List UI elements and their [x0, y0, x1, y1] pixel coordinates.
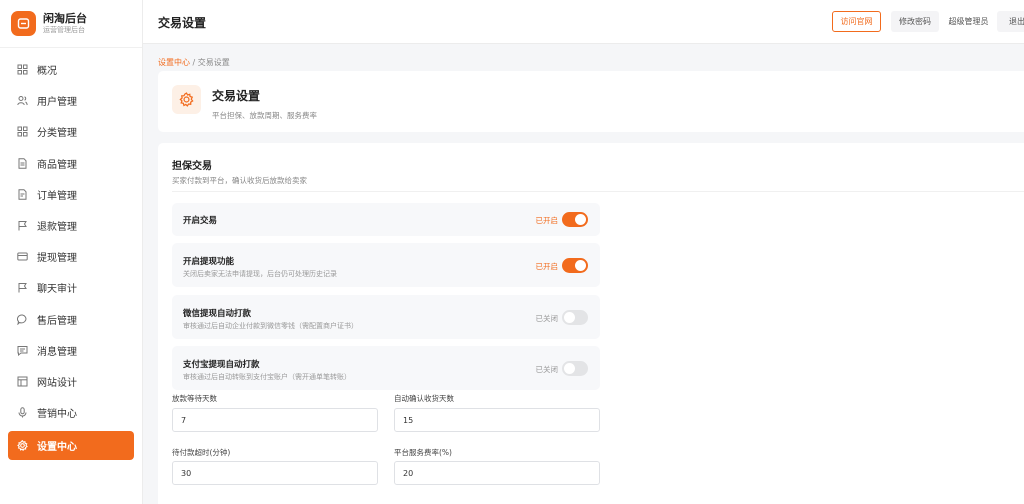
- sidebar-item-label: 用户管理: [37, 97, 77, 109]
- service-fee-rate-input[interactable]: 20: [394, 461, 600, 485]
- toggle-label: 支付宝提现自动打款: [183, 360, 260, 370]
- breadcrumb-separator: /: [190, 58, 198, 67]
- enable-withdrawal-switch[interactable]: [562, 258, 588, 273]
- brand-title: 闲淘后台: [43, 12, 87, 25]
- card-icon: [17, 251, 28, 262]
- chat-icon: [17, 313, 28, 325]
- sidebar-item-label: 提现管理: [37, 253, 77, 265]
- sidebar-item-label: 概况: [37, 66, 57, 77]
- breadcrumb-parent-link[interactable]: 设置中心: [158, 58, 190, 67]
- sidebar-item-refunds[interactable]: 退款管理: [8, 213, 134, 238]
- sidebar-item-label: 售后管理: [37, 315, 77, 327]
- sidebar-item-label: 分类管理: [37, 128, 77, 140]
- toggle-label: 开启交易: [183, 216, 218, 226]
- grid-icon: [17, 64, 28, 75]
- user-name: 超级管理员: [948, 17, 989, 26]
- logout-button[interactable]: 退出: [997, 11, 1024, 32]
- section-divider: [172, 191, 1024, 192]
- sidebar-item-label: 商品管理: [37, 159, 77, 171]
- sidebar-item-orders[interactable]: 订单管理: [8, 182, 134, 207]
- alipay-auto-pay-switch[interactable]: [562, 361, 588, 376]
- escrow-settings-card: 担保交易 买家付款到平台，确认收货后放款给卖家 开启交易 已开启 开启提现功能 …: [158, 143, 1024, 504]
- page-title: 交易设置: [158, 16, 207, 30]
- toggle-row-wechat-auto-pay: 微信提现自动打款 审核通过后自动企业付款到微信零钱（需配置商户证书） 已关闭: [172, 295, 600, 339]
- toggle-status: 已关闭: [535, 365, 559, 374]
- toggle-label: 微信提现自动打款: [183, 309, 252, 319]
- sidebar-item-products[interactable]: 商品管理: [8, 151, 134, 176]
- section-subtitle: 买家付款到平台，确认收货后放款给卖家: [172, 176, 307, 185]
- document-icon: [17, 157, 28, 169]
- breadcrumb-current: 交易设置: [197, 58, 230, 67]
- service-fee-rate-label: 平台服务费率(%): [394, 448, 452, 457]
- toggle-row-enable-withdrawal: 开启提现功能 关闭后卖家无法申请提现，后台仍可处理历史记录 已开启: [172, 243, 600, 287]
- toggle-description: 审核通过后自动企业付款到微信零钱（需配置商户证书）: [183, 322, 358, 330]
- users-icon: [17, 95, 28, 106]
- header-title: 交易设置: [212, 89, 261, 103]
- sidebar-item-withdrawals[interactable]: 提现管理: [8, 244, 134, 269]
- sidebar-item-chat-audit[interactable]: 聊天审计: [8, 275, 134, 300]
- sidebar-item-label: 订单管理: [37, 190, 77, 202]
- toggle-row-alipay-auto-pay: 支付宝提现自动打款 审核通过后自动转账到支付宝账户（需开通单笔转账） 已关闭: [172, 346, 600, 390]
- payment-timeout-input[interactable]: 30: [172, 461, 378, 485]
- logo-icon: [11, 11, 36, 36]
- sidebar-item-overview[interactable]: 概况: [8, 57, 134, 82]
- mic-icon: [17, 407, 28, 418]
- breadcrumb: 设置中心 / 交易设置: [158, 57, 230, 68]
- auto-confirm-days-label: 自动确认收货天数: [394, 394, 454, 403]
- sidebar-item-users[interactable]: 用户管理: [8, 88, 134, 113]
- topbar: 交易设置 访问官网 修改密码 超级管理员 退出: [143, 0, 1024, 44]
- sidebar-item-label: 退款管理: [37, 221, 77, 233]
- sidebar-item-categories[interactable]: 分类管理: [8, 119, 134, 144]
- release-days-input[interactable]: 7: [172, 408, 378, 432]
- brand-subtitle: 运营管理后台: [43, 26, 85, 34]
- wechat-auto-pay-switch[interactable]: [562, 310, 588, 325]
- toggle-status: 已关闭: [535, 314, 559, 323]
- toggle-status: 已开启: [535, 262, 559, 271]
- payment-timeout-label: 待付款超时(分钟): [172, 448, 231, 457]
- flag-icon: [17, 282, 28, 293]
- sidebar-item-site-design[interactable]: 网站设计: [8, 369, 134, 394]
- settings-gear-icon: [172, 85, 201, 114]
- sidebar-item-messages[interactable]: 消息管理: [8, 338, 134, 363]
- category-icon: [17, 126, 28, 137]
- sidebar-item-label: 聊天审计: [37, 284, 77, 296]
- toggle-description: 审核通过后自动转账到支付宝账户（需开通单笔转账）: [183, 373, 351, 381]
- toggle-status: 已开启: [535, 216, 559, 225]
- sidebar-item-label: 设置中心: [37, 442, 77, 454]
- layout-icon: [17, 376, 28, 387]
- toggle-row-enable-trade: 开启交易 已开启: [172, 203, 600, 236]
- brand: 闲淘后台 运营管理后台: [0, 0, 142, 48]
- sidebar-item-after-sales[interactable]: 售后管理: [8, 307, 134, 332]
- release-days-label: 放款等待天数: [172, 394, 217, 403]
- auto-confirm-days-input[interactable]: 15: [394, 408, 600, 432]
- toggle-label: 开启提现功能: [183, 257, 235, 267]
- header-subtitle: 平台担保、放款周期、服务费率: [212, 111, 317, 120]
- order-icon: [17, 189, 28, 200]
- sidebar: 闲淘后台 运营管理后台 概况 用户管理 分类管理 商品管理 订单管理 退款管理: [0, 0, 143, 504]
- enable-trade-switch[interactable]: [562, 212, 588, 227]
- sidebar-item-settings[interactable]: 设置中心: [8, 431, 134, 461]
- sidebar-item-marketing[interactable]: 营销中心: [8, 400, 134, 425]
- sidebar-item-label: 网站设计: [37, 377, 77, 389]
- sidebar-nav: 概况 用户管理 分类管理 商品管理 订单管理 退款管理 提现管理 聊天审计 售后…: [0, 48, 142, 461]
- message-icon: [17, 345, 28, 356]
- header-card: 交易设置 平台担保、放款周期、服务费率: [158, 71, 1024, 132]
- gear-icon: [17, 440, 28, 452]
- section-title: 担保交易: [172, 161, 212, 172]
- flag-icon: [17, 220, 28, 231]
- toggle-description: 关闭后卖家无法申请提现，后台仍可处理历史记录: [183, 270, 337, 278]
- sidebar-item-label: 消息管理: [37, 346, 77, 358]
- visit-site-button[interactable]: 访问官网: [832, 11, 881, 32]
- sidebar-item-label: 营销中心: [37, 409, 77, 421]
- change-password-button[interactable]: 修改密码: [891, 11, 939, 32]
